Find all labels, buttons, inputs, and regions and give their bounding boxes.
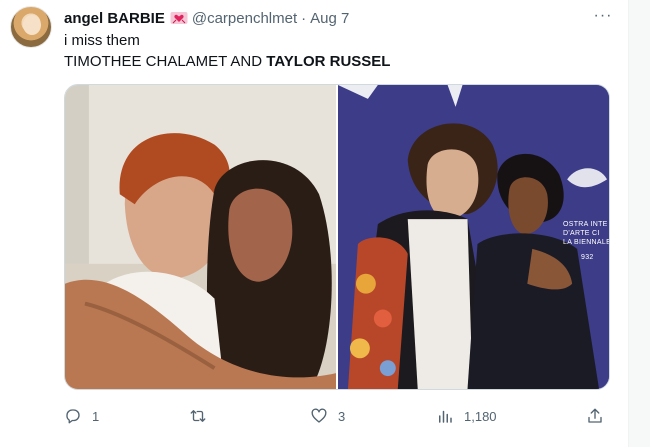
tweet-text-line-1: i miss them: [64, 32, 140, 49]
backdrop-text: OSTRA INTE D'ARTE CI LA BIENNALE 932: [563, 220, 609, 262]
photo-right[interactable]: OSTRA INTE D'ARTE CI LA BIENNALE 932: [338, 85, 609, 389]
retweet-icon: [189, 407, 207, 425]
share-button[interactable]: [586, 404, 604, 428]
photo-left[interactable]: [65, 85, 336, 389]
display-name[interactable]: angel BARBIE: [64, 10, 165, 27]
tweet-text-bold: TAYLOR RUSSEL: [266, 53, 391, 70]
tweet-text: i miss them TIMOTHEE CHALAMET AND TAYLOR…: [64, 30, 390, 72]
backdrop-text-line-1: OSTRA INTE: [563, 221, 608, 228]
action-bar: 1 3 1,180: [64, 404, 610, 428]
heart-ribbon-emoji-icon: [170, 11, 188, 25]
header-separator: ·: [301, 9, 307, 27]
like-button[interactable]: 3: [310, 404, 345, 428]
reply-button[interactable]: 1: [64, 404, 99, 428]
heart-icon: [310, 407, 328, 425]
tweet-card[interactable]: angel BARBIE @carpenchlmet · Aug 7 ··· i…: [0, 0, 628, 447]
backdrop-text-line-2: D'ARTE CI: [563, 230, 600, 237]
tweet-header: angel BARBIE @carpenchlmet · Aug 7: [64, 8, 349, 28]
more-options-button[interactable]: ···: [592, 6, 614, 26]
author-handle[interactable]: @carpenchlmet: [192, 10, 297, 27]
reply-count: 1: [92, 408, 100, 424]
timeline-edge: [628, 0, 650, 447]
views-chart-icon: [436, 407, 454, 425]
tweet-date[interactable]: Aug 7: [310, 10, 349, 27]
views-count: 1,180: [464, 408, 497, 424]
like-count: 3: [338, 408, 346, 424]
backdrop-text-line-4: 932: [581, 254, 594, 261]
avatar[interactable]: [10, 6, 52, 48]
retweet-button[interactable]: [189, 404, 217, 428]
tweet-text-prefix: TIMOTHEE CHALAMET AND: [64, 53, 267, 70]
media-grid: OSTRA INTE D'ARTE CI LA BIENNALE 932: [64, 84, 610, 390]
reply-icon: [64, 407, 82, 425]
backdrop-text-line-3: LA BIENNALE: [563, 239, 609, 246]
tweet-text-line-2: TIMOTHEE CHALAMET AND TAYLOR RUSSEL: [64, 51, 390, 72]
views-button[interactable]: 1,180: [436, 404, 497, 428]
share-icon: [586, 407, 604, 425]
